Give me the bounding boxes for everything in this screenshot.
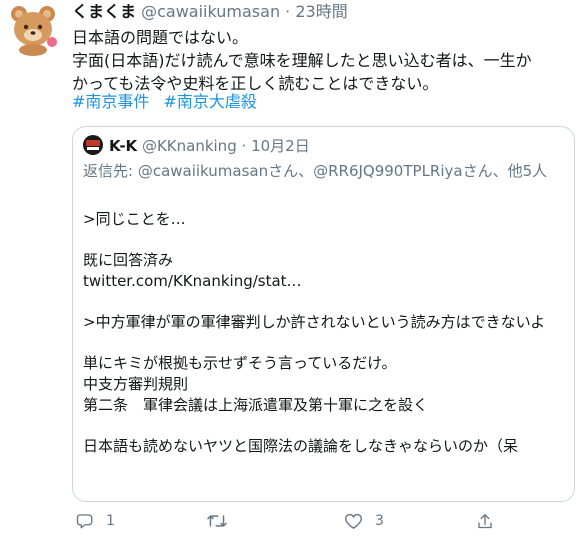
quoted-author-name[interactable]: K-K bbox=[109, 137, 137, 155]
quoted-tweet-header: K-K @KKnanking · 10月2日 bbox=[83, 135, 310, 156]
quoted-text-line: >同じことを… bbox=[83, 210, 186, 228]
quoted-text-line: 中支方審判規則 bbox=[83, 375, 189, 393]
bear-avatar-icon[interactable] bbox=[6, 2, 60, 56]
quoted-text-line: >中方軍律が軍の軍律審判しか許されないという読み方はできないよ bbox=[83, 313, 546, 331]
tweet-actions: 1 3 bbox=[72, 512, 512, 536]
like-button[interactable]: 3 bbox=[344, 512, 384, 530]
tweet-time[interactable]: 23時間 bbox=[295, 2, 347, 21]
reply-count: 1 bbox=[106, 513, 115, 529]
like-count: 3 bbox=[375, 513, 384, 529]
quoted-tweet-card[interactable]: K-K @KKnanking · 10月2日 返信先: @cawaiikumas… bbox=[72, 126, 575, 502]
quoted-text-line: 日本語も読めないヤツと国際法の議論をしなきゃならいのか（呆 bbox=[83, 437, 519, 455]
replying-to: 返信先: @cawaiikumasanさん、@RR6JQ990TPLRiyaさん… bbox=[83, 162, 548, 180]
separator-dot: · bbox=[285, 2, 291, 21]
author-handle[interactable]: @cawaiikumasan bbox=[141, 2, 280, 21]
hashtag-link[interactable]: #南京大虐殺 bbox=[163, 92, 256, 111]
retweet-button[interactable] bbox=[206, 512, 240, 530]
reply-button[interactable]: 1 bbox=[76, 512, 115, 530]
separator-dot: · bbox=[241, 137, 247, 155]
quoted-text-line: 既に回答済み bbox=[83, 251, 174, 269]
tweet-header: くまくま @cawaiikumasan · 23時間 bbox=[72, 0, 348, 24]
like-icon bbox=[344, 513, 363, 529]
retweet-icon bbox=[207, 515, 227, 527]
quoted-author-handle[interactable]: @KKnanking bbox=[142, 137, 237, 155]
tweet-text: 日本語の問題ではない。 字面(日本語)だけ読んで意味を理解したと思い込む者は、一… bbox=[72, 26, 577, 95]
quoted-tweet-date[interactable]: 10月2日 bbox=[251, 137, 310, 155]
kk-avatar-icon bbox=[83, 135, 103, 155]
quoted-text-line: 第二条 軍律会議は上海派遣軍及第十軍に之を設く bbox=[83, 396, 429, 414]
share-icon bbox=[478, 514, 492, 529]
tweet-text-line: 日本語の問題ではない。 bbox=[72, 28, 249, 47]
author-name[interactable]: くまくま bbox=[72, 2, 136, 21]
quoted-link[interactable]: twitter.com/KKnanking/stat… bbox=[83, 271, 571, 292]
quoted-tweet-text: >同じことを… 既に回答済み twitter.com/KKnanking/sta… bbox=[83, 209, 571, 457]
quoted-text-line: 単にキミが根拠も示せずそう言っているだけ。 bbox=[83, 354, 397, 372]
share-button[interactable] bbox=[476, 512, 494, 531]
hashtag-link[interactable]: #南京事件 bbox=[72, 92, 149, 111]
reply-icon bbox=[76, 514, 93, 529]
tweet-text-line: 字面(日本語)だけ読んで意味を理解したと思い込む者は、一生か bbox=[72, 51, 532, 70]
hashtag-list: #南京事件 #南京大虐殺 bbox=[72, 91, 271, 113]
